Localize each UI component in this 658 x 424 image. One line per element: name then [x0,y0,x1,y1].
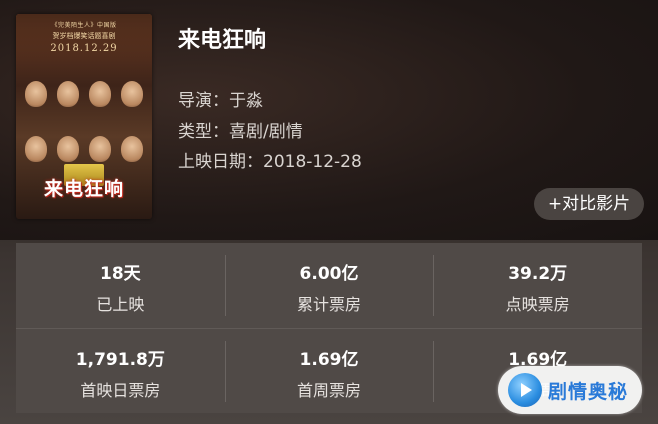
cast-face [57,80,79,107]
cast-face [89,80,111,107]
movie-title: 来电狂响 [178,28,267,53]
cast-face [57,135,79,162]
stat-days-released: 18天 已上映 [16,243,225,328]
movie-poster[interactable]: 《完美陌生人》中国版 贺岁档爆笑话题喜剧 2018.12.29 来电狂响 [16,14,152,219]
stat-label: 点映票房 [505,295,570,314]
stat-value: 1,791.8万 [75,350,165,370]
cast-face [121,135,143,162]
stat-label: 首周票房 [297,381,362,400]
stat-total-box-office: 6.00亿 累计票房 [224,243,434,328]
cast-face [25,80,47,107]
movie-genre: 类型：喜剧/剧情 [178,122,303,142]
movie-director: 导演：于淼 [178,91,263,111]
poster-cast-image [20,66,148,176]
poster-date: 2018.12.29 [50,43,118,54]
stat-label: 累计票房 [297,295,362,314]
play-icon [508,373,542,407]
poster-header: 《完美陌生人》中国版 贺岁档爆笑话题喜剧 2018.12.29 [16,14,152,62]
stat-value: 18天 [100,264,141,284]
poster-subtitle: 贺岁档爆笑话题喜剧 [52,32,116,40]
stat-label: 首映日票房 [80,381,161,400]
watermark-text: 剧情奥秘 [548,380,629,403]
poster-tagline: 《完美陌生人》中国版 [51,22,117,29]
stat-opening-day: 1,791.8万 首映日票房 [16,329,225,414]
cast-face [89,135,111,162]
watermark-badge: 剧情奥秘 [498,366,642,414]
stat-value: 1.69亿 [299,350,359,370]
cast-face [25,135,47,162]
stat-value: 39.2万 [508,264,568,284]
stat-value: 6.00亿 [299,264,359,284]
cast-face [121,80,143,107]
stat-preview-box-office: 39.2万 点映票房 [433,243,642,328]
poster-title: 来电狂响 [43,178,124,200]
stats-row: 18天 已上映 6.00亿 累计票房 39.2万 点映票房 [16,243,642,328]
compare-movie-button[interactable]: +对比影片 [534,188,644,220]
stat-label: 已上映 [96,295,145,314]
movie-release-date: 上映日期：2018-12-28 [178,152,362,172]
stat-opening-week: 1.69亿 首周票房 [224,329,434,414]
